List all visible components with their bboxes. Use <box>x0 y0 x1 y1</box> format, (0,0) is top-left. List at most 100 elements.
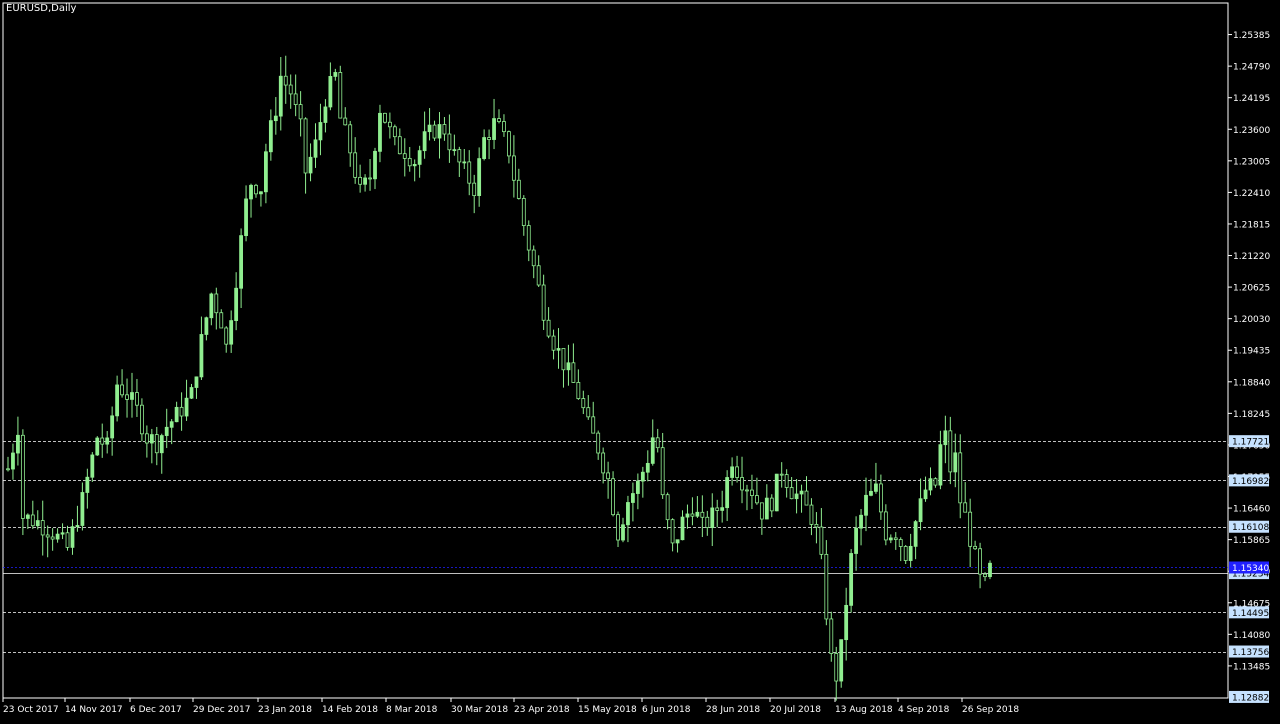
candle-body <box>244 198 248 237</box>
bottom-label: 1.12882 <box>1232 693 1269 703</box>
candle-body <box>219 312 224 329</box>
candle-body <box>288 84 293 95</box>
candle <box>95 436 100 456</box>
candle-body <box>6 468 10 471</box>
candle-body <box>11 452 15 470</box>
candle-body <box>234 287 239 321</box>
candle-body <box>824 553 829 620</box>
candle-body <box>725 477 730 509</box>
candle-body <box>869 490 873 496</box>
candle-body <box>943 430 948 446</box>
candle-body <box>546 319 551 337</box>
candle-body <box>125 394 129 400</box>
candle-body <box>482 137 487 159</box>
candle-body <box>199 334 204 378</box>
candle-body <box>958 452 963 504</box>
candle-body <box>130 392 134 400</box>
candle-body <box>492 118 496 140</box>
candle-body <box>25 514 30 519</box>
candle-body <box>383 112 387 123</box>
candle-body <box>472 182 477 197</box>
candle-body <box>278 75 283 117</box>
candle-body <box>432 124 437 139</box>
candle-body <box>273 115 278 122</box>
candle-body <box>333 72 338 77</box>
candle-body <box>85 476 90 493</box>
candle-body <box>452 149 457 152</box>
candle-body <box>144 433 149 444</box>
candle-body <box>874 483 878 492</box>
candle-body <box>601 452 606 474</box>
candle-body <box>516 179 521 199</box>
candle-body <box>323 106 328 123</box>
y-tick-label: 1.20030 <box>1233 315 1270 325</box>
candle-body <box>487 137 491 140</box>
candle-body <box>561 348 566 371</box>
candle-body <box>348 124 353 154</box>
y-tick-label: 1.18245 <box>1233 410 1270 420</box>
candle-body <box>502 121 506 133</box>
x-tick-label: 26 Sep 2018 <box>962 705 1019 715</box>
candle-body <box>903 546 908 561</box>
candle-body <box>140 404 144 435</box>
candle-body <box>189 387 194 399</box>
candle <box>338 65 343 119</box>
candle-body <box>70 526 75 548</box>
candle-body <box>794 493 799 500</box>
candle-body <box>358 176 363 185</box>
candle-body <box>407 157 412 167</box>
y-tick-label: 1.24195 <box>1233 94 1270 104</box>
candle-body <box>298 104 303 120</box>
candle-body <box>576 382 581 399</box>
candle-body <box>249 184 253 200</box>
chart-background <box>0 0 1280 720</box>
candle-body <box>90 454 95 478</box>
candle-body <box>65 532 70 548</box>
x-tick-label: 29 Dec 2017 <box>193 705 251 715</box>
candle-body <box>933 478 938 486</box>
candle-body <box>268 120 273 153</box>
candle-body <box>626 502 630 526</box>
candle-body <box>541 284 546 321</box>
candle-body <box>328 76 333 108</box>
candle-body <box>769 497 774 512</box>
candle-body <box>745 489 749 492</box>
x-tick-label: 23 Jan 2018 <box>258 705 312 715</box>
candle-body <box>75 525 80 528</box>
candle-body <box>353 152 358 178</box>
candle-body <box>883 511 888 541</box>
x-tick-label: 14 Nov 2017 <box>65 705 123 715</box>
candle-body <box>606 472 611 480</box>
y-tick-label: 1.16460 <box>1233 505 1270 515</box>
candle-body <box>402 153 407 159</box>
candle-body <box>581 398 586 409</box>
level-label: 1.16108 <box>1232 523 1269 533</box>
y-tick-label: 1.21815 <box>1233 220 1270 230</box>
x-tick-label: 13 Aug 2018 <box>835 705 893 715</box>
candle-body <box>948 430 953 473</box>
x-tick-label: 8 Mar 2018 <box>386 705 438 715</box>
level-label: 1.14495 <box>1232 609 1269 619</box>
y-tick-label: 1.23005 <box>1233 157 1270 167</box>
candle-body <box>457 149 462 163</box>
candle-body <box>16 434 20 454</box>
candle-body <box>829 618 834 654</box>
candle-body <box>764 497 769 520</box>
candle-body <box>412 163 417 167</box>
candle-body <box>259 191 263 195</box>
candle-body <box>988 562 992 578</box>
candle-body <box>531 249 536 267</box>
candle-body <box>680 516 685 541</box>
candle-body <box>511 155 516 181</box>
candle-body <box>750 489 754 496</box>
candle-body <box>685 513 690 518</box>
candle-body <box>50 536 55 540</box>
candle-body <box>184 397 189 417</box>
candle-body <box>194 376 199 388</box>
candle-body <box>834 653 839 682</box>
candle-body <box>373 150 377 180</box>
candle-body <box>105 437 110 445</box>
current-price-label: 1.15340 <box>1232 564 1269 574</box>
candle-body <box>363 177 367 185</box>
y-tick-label: 1.13485 <box>1233 662 1270 672</box>
